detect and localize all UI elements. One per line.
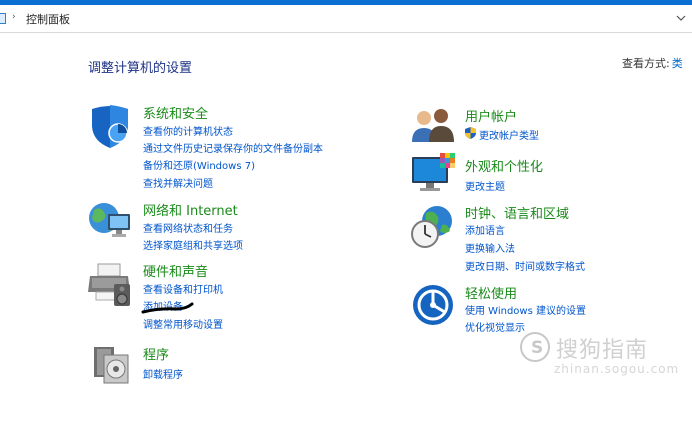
watermark-url: zhinan.sogou.com [554,362,680,376]
view-by-label: 查看方式: [622,57,670,70]
address-bar[interactable]: › 控制面板 [0,5,692,33]
category-programs[interactable]: 程序 [143,344,169,363]
link-view-computer-status[interactable]: 查看你的计算机状态 [143,123,233,138]
link-network-status[interactable]: 查看网络状态和任务 [143,220,233,235]
ease-of-access-icon[interactable] [412,284,454,326]
link-homegroup[interactable]: 选择家庭组和共享选项 [143,237,243,252]
link-devices-printers[interactable]: 查看设备和打印机 [143,281,223,296]
uac-shield-icon [465,127,476,139]
category-clock-language-region[interactable]: 时钟、语言和区域 [465,203,569,222]
link-mobility-settings[interactable]: 调整常用移动设置 [143,316,223,331]
shield-icon[interactable] [88,103,132,149]
link-troubleshoot[interactable]: 查找并解决问题 [143,175,213,190]
page-title: 调整计算机的设置 [88,61,193,76]
category-system-security[interactable]: 系统和安全 [143,103,208,122]
link-windows-recommended-settings[interactable]: 使用 Windows 建议的设置 [465,302,586,317]
programs-disc-icon[interactable] [92,343,130,385]
link-change-input-method[interactable]: 更换输入法 [465,240,515,255]
watermark-text: 搜狗指南 [556,338,649,363]
view-by[interactable]: 查看方式: 类 [622,55,683,71]
monitor-palette-icon[interactable] [410,153,456,195]
control-panel-icon [0,13,6,24]
link-add-language[interactable]: 添加语言 [465,222,505,237]
category-appearance-personalization[interactable]: 外观和个性化 [465,156,543,175]
link-change-theme[interactable]: 更改主题 [465,178,505,193]
link-uninstall-program[interactable]: 卸载程序 [143,366,183,381]
breadcrumb-control-panel[interactable]: 控制面板 [26,11,70,27]
category-hardware-sound[interactable]: 硬件和声音 [143,261,208,280]
link-optimize-visual-display[interactable]: 优化视觉显示 [465,319,525,334]
watermark-logo-icon: S [520,332,550,362]
category-ease-of-access[interactable]: 轻松使用 [465,283,517,302]
category-network-internet[interactable]: 网络和 Internet [143,200,238,219]
network-globe-icon[interactable] [88,200,132,242]
printer-icon[interactable] [88,262,132,308]
view-by-value[interactable]: 类 [672,57,683,70]
underline-annotation-icon [141,302,194,314]
breadcrumb-separator: › [12,12,16,22]
link-change-date-time-format[interactable]: 更改日期、时间或数字格式 [465,258,585,273]
link-backup-restore[interactable]: 备份和还原(Windows 7) [143,157,255,172]
clock-globe-icon[interactable] [410,205,456,249]
link-file-history[interactable]: 通过文件历史记录保存你的文件备份副本 [143,140,323,155]
link-change-account-type[interactable]: 更改帐户类型 [479,127,539,142]
category-user-accounts[interactable]: 用户帐户 [465,106,517,125]
users-icon[interactable] [410,106,456,144]
chevron-down-icon[interactable] [676,13,686,23]
